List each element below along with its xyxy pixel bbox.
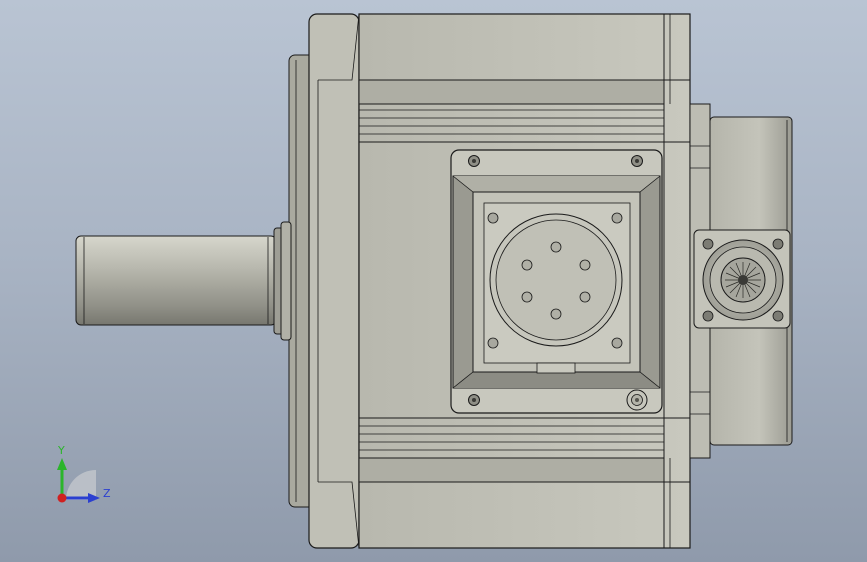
x-axis-dot: [57, 493, 67, 503]
y-arrow-head-icon: [57, 458, 67, 470]
screw-icon: [631, 155, 643, 167]
orientation-triad: Y Z: [57, 444, 111, 503]
output-shaft: [75, 221, 292, 341]
front-flange: [308, 13, 360, 549]
z-axis-label: Z: [103, 487, 111, 500]
power-connector-plate: [450, 149, 663, 414]
encoder-connector-icon: [693, 229, 791, 329]
screw-icon: [468, 394, 480, 406]
power-connector-icon: [489, 213, 623, 347]
y-axis-label: Y: [57, 444, 65, 457]
ground-screw-icon: [626, 389, 648, 411]
screw-icon: [468, 155, 480, 167]
3d-viewport[interactable]: Y Z: [0, 0, 867, 562]
servo-motor-model[interactable]: Y Z: [0, 0, 867, 562]
